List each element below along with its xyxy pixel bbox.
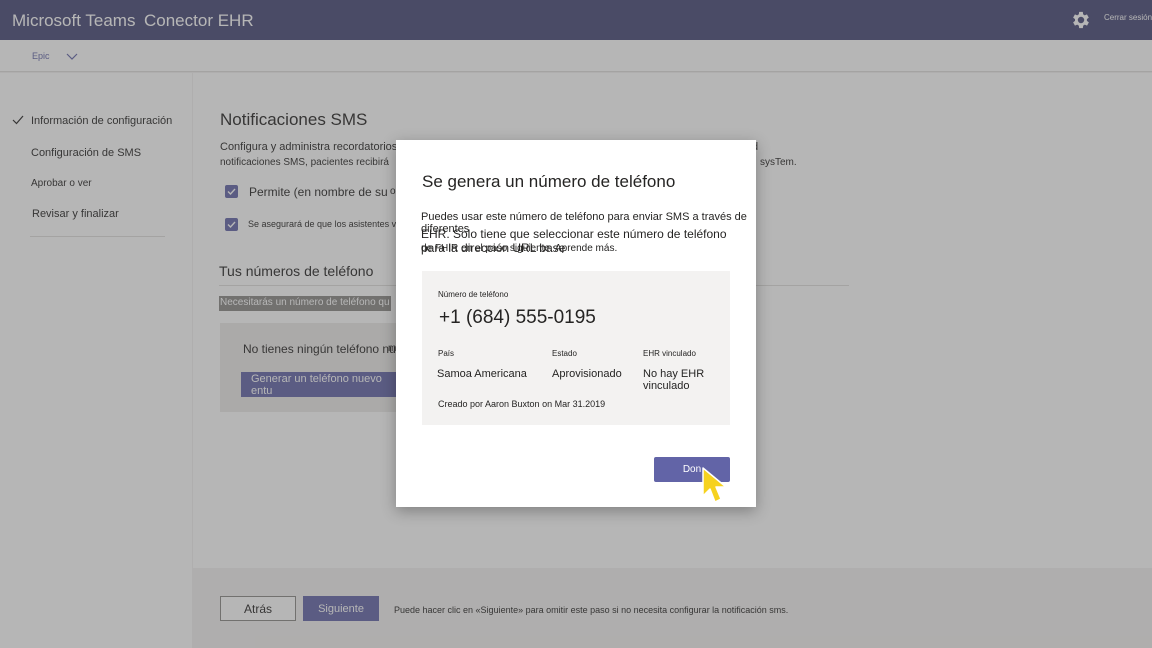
created-by-text: Creado por Aaron Buxton on Mar 31.2019 [438,399,606,409]
phone-number-value: +1 (684) 555-0195 [439,307,596,328]
linked-ehr-label: EHR vinculado [643,349,696,358]
dialog-text-line3: de FHIR en el paso siguiente. Aprende má… [421,243,618,254]
linked-ehr-value: No hay EHR vinculado [643,368,705,392]
phone-generated-dialog: Se genera un número de teléfono Puedes u… [396,140,756,507]
phone-details-card: Número de teléfono +1 (684) 555-0195 Paí… [422,271,730,425]
pointer-cursor-icon [702,467,727,503]
status-value: Aprovisionado [552,368,622,380]
status-label: Estado [552,349,577,358]
dialog-title: Se genera un número de teléfono [422,172,676,191]
country-label: País [438,349,455,358]
country-value: Samoa Americana [437,368,527,380]
phone-number-label: Número de teléfono [438,290,509,299]
